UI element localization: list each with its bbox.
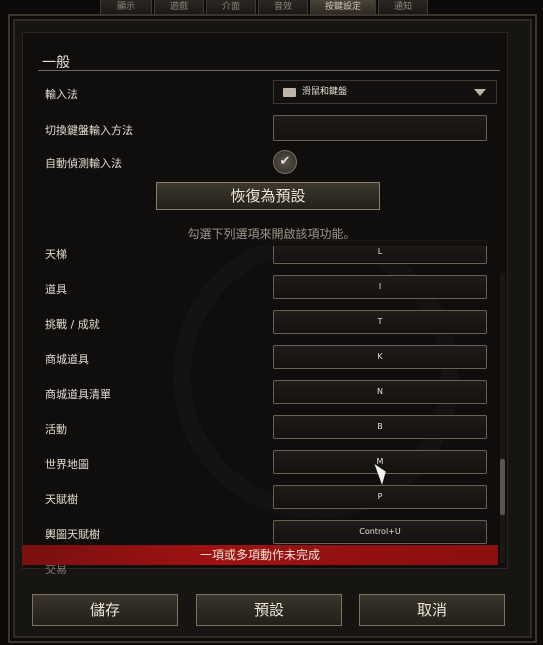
section-title-general: 一般 — [42, 55, 70, 71]
keybind-label-world-map: 世界地圖 — [45, 458, 89, 471]
switch-keyboard-label: 切換鍵盤輸入方法 — [45, 124, 133, 137]
keybind-label-items: 道具 — [45, 283, 67, 296]
keybind-field-atlas-tree[interactable]: Control+U — [273, 520, 487, 544]
input-method-value: 滑鼠和鍵盤 — [302, 87, 348, 97]
auto-detect-checkbox[interactable]: ✔ — [273, 150, 297, 174]
chevron-down-icon — [474, 89, 486, 96]
save-button[interactable]: 儲存 — [32, 594, 178, 626]
checkmark-icon: ✔ — [279, 154, 291, 169]
keybind-label-ladder: 天梯 — [45, 248, 67, 261]
hint-text: 勾選下列選項來開啟該項功能。 — [187, 227, 356, 241]
keybind-field-passive-tree[interactable]: P — [273, 485, 487, 509]
section-divider — [38, 70, 500, 71]
cancel-button[interactable]: 取消 — [359, 594, 505, 626]
keybind-label-shop-items: 商城道具 — [45, 353, 89, 366]
input-method-dropdown[interactable]: 滑鼠和鍵盤 — [273, 80, 497, 104]
keybind-field-shop-items[interactable]: K — [273, 345, 487, 369]
default-button[interactable]: 預設 — [196, 594, 342, 626]
scrollbar-thumb[interactable] — [500, 459, 505, 515]
keybind-field-challenges[interactable]: T — [273, 310, 487, 334]
switch-keyboard-field[interactable] — [273, 115, 487, 141]
keybind-label-shop-list: 商城道具清單 — [45, 388, 111, 401]
keybind-field-events[interactable]: B — [273, 415, 487, 439]
scrollbar[interactable] — [500, 273, 505, 563]
input-method-label: 輸入法 — [45, 88, 78, 101]
keybind-label-atlas-tree: 輿圖天賦樹 — [45, 528, 100, 541]
keybind-label-challenges: 挑戰 / 成就 — [45, 318, 100, 331]
keybind-label-events: 活動 — [45, 423, 67, 436]
error-banner: 一項或多項動作未完成 — [22, 545, 498, 565]
keybind-field-items[interactable]: I — [273, 275, 487, 299]
keyboard-mouse-icon — [283, 88, 296, 97]
keybind-field-shop-list[interactable]: N — [273, 380, 487, 404]
auto-detect-label: 自動偵測輸入法 — [45, 157, 122, 170]
keybind-label-passive-tree: 天賦樹 — [45, 493, 78, 506]
reset-defaults-button[interactable]: 恢復為預設 — [156, 182, 380, 210]
